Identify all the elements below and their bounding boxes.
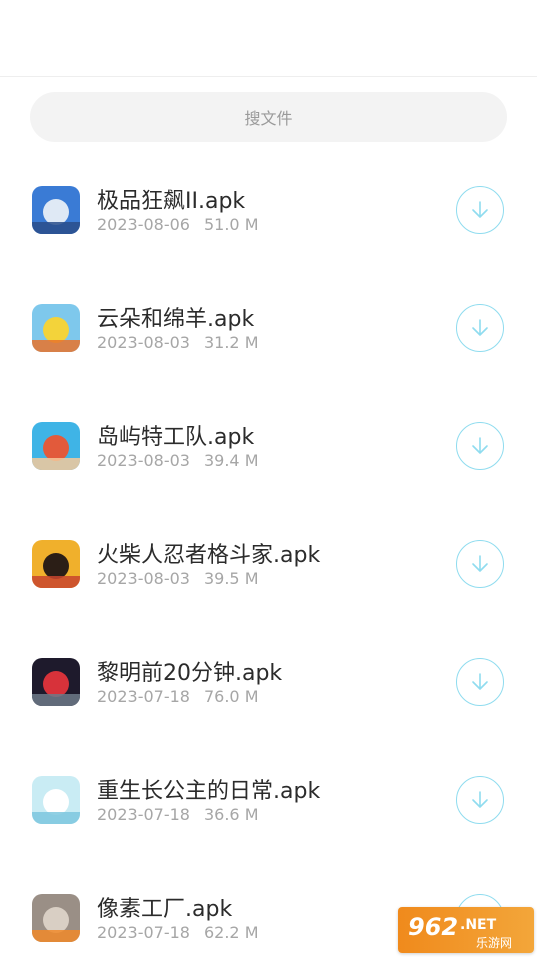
file-size: 76.0 M xyxy=(203,687,259,706)
file-date: 2023-07-18 xyxy=(97,687,190,706)
download-arrow-icon xyxy=(472,201,488,218)
file-name: 岛屿特工队.apk xyxy=(97,425,255,450)
island-agent-game-icon xyxy=(32,422,80,470)
file-meta: 2023-07-18 62.2 M xyxy=(97,923,259,942)
file-date: 2023-08-03 xyxy=(97,333,190,352)
file-size: 62.2 M xyxy=(203,923,259,942)
stickman-ninja-game-icon xyxy=(32,540,80,588)
file-date: 2023-08-03 xyxy=(97,569,190,588)
princess-daily-game-icon xyxy=(32,776,80,824)
download-button[interactable] xyxy=(456,540,504,588)
download-button[interactable] xyxy=(456,776,504,824)
top-app-bar xyxy=(0,0,537,77)
file-date: 2023-08-03 xyxy=(97,451,190,470)
search-input[interactable]: 搜文件 xyxy=(30,92,507,142)
file-list-item[interactable]: 云朵和绵羊.apk 2023-08-03 31.2 M xyxy=(0,269,537,387)
file-list: 极品狂飙II.apk 2023-08-06 51.0 M 云朵和绵羊.apk 2023-… xyxy=(0,151,537,977)
file-name: 黎明前20分钟.apk xyxy=(97,661,283,686)
download-arrow-icon xyxy=(472,555,488,572)
file-list-item[interactable]: 岛屿特工队.apk 2023-08-03 39.4 M xyxy=(0,387,537,505)
svg-text:.NET: .NET xyxy=(460,917,497,933)
file-size: 39.4 M xyxy=(203,451,259,470)
racing-car-game-icon xyxy=(32,186,80,234)
svg-text:962: 962 xyxy=(408,913,458,941)
file-meta: 2023-08-03 31.2 M xyxy=(97,333,259,352)
file-date: 2023-07-18 xyxy=(97,923,190,942)
download-arrow-icon xyxy=(472,791,488,808)
file-meta: 2023-08-06 51.0 M xyxy=(97,215,259,234)
sheep-cloud-game-icon xyxy=(32,304,80,352)
file-name: 云朵和绵羊.apk xyxy=(97,307,255,332)
download-button[interactable] xyxy=(456,304,504,352)
file-list-item[interactable]: 火柴人忍者格斗家.apk 2023-08-03 39.5 M xyxy=(0,505,537,623)
file-list-item[interactable]: 重生长公主的日常.apk 2023-07-18 36.6 M xyxy=(0,741,537,859)
file-name: 极品狂飙II.apk xyxy=(97,189,246,214)
red-hair-character-game-icon xyxy=(32,658,80,706)
download-button[interactable] xyxy=(456,422,504,470)
download-arrow-icon xyxy=(472,437,488,454)
file-size: 39.5 M xyxy=(203,569,259,588)
file-name: 重生长公主的日常.apk xyxy=(97,779,321,804)
file-name: 像素工厂.apk xyxy=(97,897,233,922)
watermark-logo: 962 .NET 乐游网 xyxy=(398,907,534,953)
download-button[interactable] xyxy=(456,186,504,234)
file-list-item[interactable]: 极品狂飙II.apk 2023-08-06 51.0 M xyxy=(0,151,537,269)
file-date: 2023-08-06 xyxy=(97,215,190,234)
file-meta: 2023-08-03 39.4 M xyxy=(97,451,259,470)
file-size: 51.0 M xyxy=(203,215,259,234)
download-button[interactable] xyxy=(456,658,504,706)
file-size: 36.6 M xyxy=(203,805,259,824)
file-meta: 2023-07-18 36.6 M xyxy=(97,805,259,824)
svg-text:乐游网: 乐游网 xyxy=(476,936,512,950)
download-arrow-icon xyxy=(472,673,488,690)
file-meta: 2023-08-03 39.5 M xyxy=(97,569,259,588)
file-list-item[interactable]: 黎明前20分钟.apk 2023-07-18 76.0 M xyxy=(0,623,537,741)
search-placeholder: 搜文件 xyxy=(244,109,293,128)
file-date: 2023-07-18 xyxy=(97,805,190,824)
file-size: 31.2 M xyxy=(203,333,259,352)
download-arrow-icon xyxy=(472,319,488,336)
pixel-factory-game-icon xyxy=(32,894,80,942)
file-name: 火柴人忍者格斗家.apk xyxy=(97,543,321,568)
file-meta: 2023-07-18 76.0 M xyxy=(97,687,259,706)
